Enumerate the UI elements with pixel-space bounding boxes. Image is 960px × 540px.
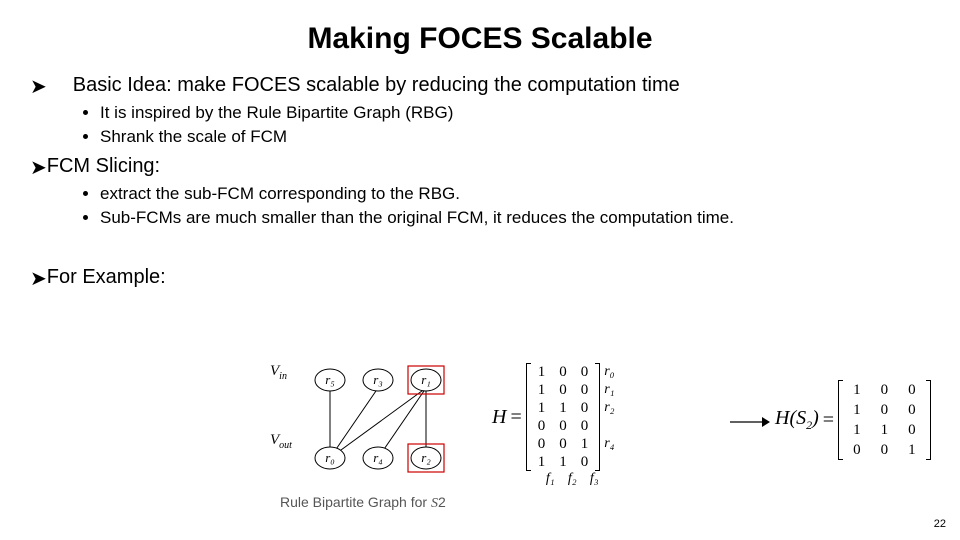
- figure-area: r₅ r₃ r₁ r₀ r₄ r₂ Vin Vout Rule Bipartit…: [270, 358, 940, 528]
- matrix-hs2-label: H(S2): [775, 407, 819, 433]
- sub-bullet: Shrank the scale of FCM: [100, 127, 930, 147]
- sub-bullets-1: It is inspired by the Rule Bipartite Gra…: [30, 103, 930, 147]
- arrow-icon: ➤: [30, 155, 47, 180]
- svg-text:r₁: r₁: [421, 372, 431, 387]
- svg-text:r₀: r₀: [325, 450, 335, 465]
- svg-text:r₅: r₅: [325, 372, 335, 387]
- bullet-basic-idea-text: Basic Idea: make FOCES scalable by reduc…: [73, 74, 680, 97]
- sub-bullet: Sub-FCMs are much smaller than the origi…: [100, 208, 930, 228]
- bullet-example-text: For Example:: [47, 266, 166, 289]
- matrix-h: H = 100 100 110 000 001 110 r₀ r₁ r₂ r₄: [492, 363, 615, 487]
- matrix-hs2: H(S2) = 100 100 110 001: [775, 380, 931, 460]
- matrix-h-col-labels: f₁f₂f₃: [530, 471, 615, 487]
- equals-icon: =: [823, 409, 834, 432]
- matrix-hs2-values: 100 100 110 001: [843, 380, 926, 460]
- rbg-caption: Rule Bipartite Graph for S2: [280, 494, 446, 512]
- slide-title: Making FOCES Scalable: [30, 22, 930, 56]
- vout-label: Vout: [270, 432, 292, 451]
- matrix-h-row-labels: r₀ r₁ r₂ r₄: [604, 363, 614, 471]
- bullet-basic-idea: ➤ Basic Idea: make FOCES scalable by red…: [30, 74, 930, 99]
- sub-bullets-2: extract the sub-FCM corresponding to the…: [30, 184, 930, 228]
- equals-icon: =: [510, 406, 521, 429]
- vin-label: Vin: [270, 363, 287, 382]
- svg-text:r₃: r₃: [373, 372, 383, 387]
- maps-to-arrow-icon: [730, 413, 770, 436]
- sub-bullet: extract the sub-FCM corresponding to the…: [100, 184, 930, 204]
- matrix-h-values: 100 100 110 000 001 110: [531, 363, 596, 471]
- page-number: 22: [934, 518, 946, 530]
- bullet-fcm-slicing: ➤ FCM Slicing:: [30, 155, 930, 180]
- matrix-h-label: H: [492, 406, 506, 429]
- bullet-example: ➤ For Example:: [30, 266, 930, 291]
- arrow-icon: ➤: [30, 266, 47, 291]
- bullet-fcm-text: FCM Slicing:: [47, 155, 160, 178]
- svg-text:r₂: r₂: [421, 450, 431, 465]
- sub-bullet: It is inspired by the Rule Bipartite Gra…: [100, 103, 930, 123]
- svg-text:r₄: r₄: [373, 450, 383, 465]
- arrow-icon: ➤: [30, 74, 47, 99]
